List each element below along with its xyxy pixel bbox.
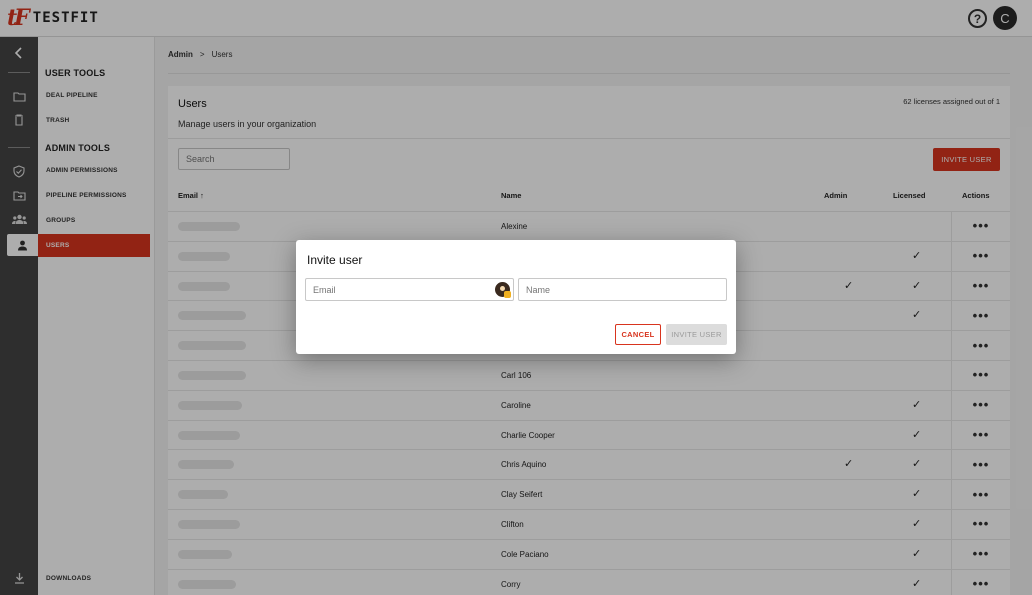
password-manager-icon[interactable]	[495, 282, 511, 298]
email-field[interactable]	[305, 278, 514, 301]
name-field[interactable]	[518, 278, 727, 301]
dialog-title: Invite user	[307, 253, 363, 267]
cancel-button[interactable]: CANCEL	[615, 324, 661, 345]
invite-user-dialog: Invite user CANCEL INVITE USER	[296, 240, 736, 354]
dialog-invite-user-button[interactable]: INVITE USER	[666, 324, 727, 345]
